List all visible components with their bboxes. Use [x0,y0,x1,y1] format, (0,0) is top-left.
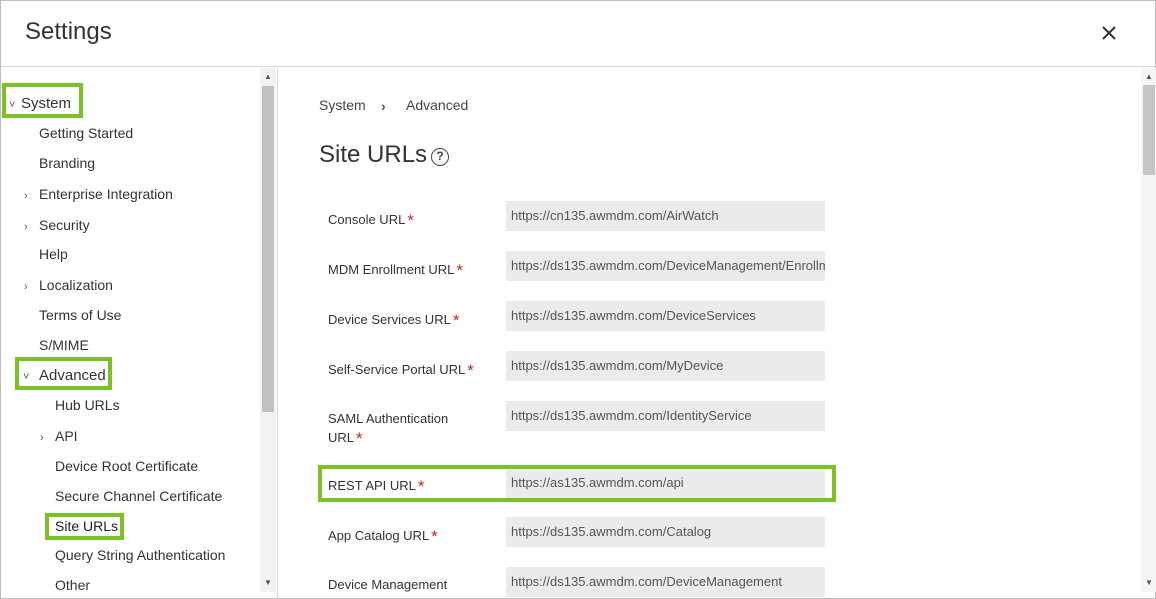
sidebar-item-label: S/MIME [39,337,89,353]
sidebar-item-api[interactable]: › API [40,423,78,449]
self-service-portal-url-field[interactable]: https://ds135.awmdm.com/MyDevice [506,351,825,381]
sidebar-item-terms-of-use[interactable]: Terms of Use [39,302,121,328]
field-label-text: MDM Enrollment URL [328,262,455,277]
required-mark: * [431,527,438,546]
main-content: System › Advanced Site URLs ? Console UR… [279,68,1141,599]
sidebar-item-label: Localization [39,277,113,293]
main-scrollbar-thumb[interactable] [1143,85,1155,175]
settings-window: Settings ˅ System Getting Started Brandin… [0,0,1156,599]
required-mark: * [467,361,474,380]
scroll-up-arrow-icon[interactable]: ▲ [260,72,276,81]
field-label-text: Device Management [328,577,448,592]
highlight-box-system [2,83,83,118]
device-management-label: Device Management [328,575,447,594]
console-url-field[interactable]: https://cn135.awmdm.com/AirWatch [506,201,825,231]
sidebar-item-getting-started[interactable]: Getting Started [39,120,133,146]
field-label-text: Device Services URL [328,312,451,327]
scroll-up-arrow-icon[interactable]: ▲ [1141,72,1156,81]
field-label-text: Console URL [328,212,406,227]
settings-sidebar: ˅ System Getting Started Branding › Enterp… [1,68,278,599]
sidebar-item-query-string-authentication[interactable]: Query String Authentication [55,542,225,568]
close-icon[interactable] [1097,21,1121,45]
field-label-text: URL [328,430,355,445]
device-services-url-field[interactable]: https://ds135.awmdm.com/DeviceServices [506,301,825,331]
sidebar-item-label: Secure Channel Certificate [55,488,223,504]
chevron-right-icon: › [24,281,28,293]
mdm-enrollment-url-label: MDM Enrollment URL * [328,260,463,280]
sidebar-item-label: Hub URLs [55,397,120,413]
sidebar-item-security[interactable]: › Security [24,212,90,238]
required-mark: * [407,211,414,230]
highlight-box-advanced [15,357,112,390]
sidebar-item-branding[interactable]: Branding [39,150,95,176]
highlight-box-site-urls [45,513,124,540]
window-title: Settings [25,18,112,45]
sidebar-item-help[interactable]: Help [39,241,68,267]
breadcrumb-advanced[interactable]: Advanced [406,97,468,113]
mdm-enrollment-url-field[interactable]: https://ds135.awmdm.com/DeviceManagement… [506,251,825,281]
sidebar-item-secure-channel-certificate[interactable]: Secure Channel Certificate [55,483,222,509]
chevron-right-icon: › [381,98,386,114]
saml-authentication-url-label: SAML Authentication URL * [328,409,448,448]
device-services-url-label: Device Services URL * [328,310,459,330]
required-mark: * [452,311,460,330]
chevron-right-icon: › [24,190,28,202]
scroll-down-arrow-icon[interactable]: ▼ [260,578,276,587]
sidebar-scrollbar-thumb[interactable] [262,86,274,412]
console-url-label: Console URL * [328,210,414,230]
app-catalog-url-label: App Catalog URL * [328,526,438,546]
sidebar-item-label: Other [55,577,91,593]
highlight-box-rest-api-url [318,465,836,502]
sidebar-item-label: Terms of Use [39,307,122,323]
settings-header: Settings [1,1,1155,67]
sidebar-item-label: Enterprise Integration [39,186,173,202]
field-label-text: App Catalog URL [328,528,430,543]
sidebar-item-enterprise-integration[interactable]: › Enterprise Integration [24,181,173,207]
sidebar-item-localization[interactable]: › Localization [24,272,113,298]
field-label-text: Self-Service Portal URL [328,362,466,377]
sidebar-item-device-root-certificate[interactable]: Device Root Certificate [55,453,198,479]
sidebar-item-label: API [55,428,78,444]
sidebar-item-label: Help [39,246,68,262]
sidebar-item-label: Branding [39,155,96,171]
sidebar-item-label: Device Root Certificate [55,458,199,474]
sidebar-item-label: Getting Started [39,125,134,141]
required-mark: * [456,261,464,280]
device-management-field[interactable]: https://ds135.awmdm.com/DeviceManagement [506,567,825,597]
breadcrumb-system[interactable]: System [319,97,366,113]
scroll-down-arrow-icon[interactable]: ▼ [1141,578,1156,587]
sidebar-item-hub-urls[interactable]: Hub URLs [55,392,120,418]
page-title: Site URLs [319,141,428,168]
required-mark: * [356,429,363,448]
chevron-right-icon: › [40,432,44,444]
sidebar-item-label: Query String Authentication [55,547,226,563]
self-service-portal-url-label: Self-Service Portal URL * [328,360,474,380]
chevron-right-icon: › [24,221,28,233]
sidebar-item-label: Security [39,217,90,233]
sidebar-item-smime[interactable]: S/MIME [39,332,89,358]
app-catalog-url-field[interactable]: https://ds135.awmdm.com/Catalog [506,517,825,547]
help-icon[interactable]: ? [431,148,449,166]
sidebar-item-other[interactable]: Other [55,572,90,598]
saml-authentication-url-field[interactable]: https://ds135.awmdm.com/IdentityService [506,401,825,431]
field-label-text: SAML Authentication [328,411,449,426]
